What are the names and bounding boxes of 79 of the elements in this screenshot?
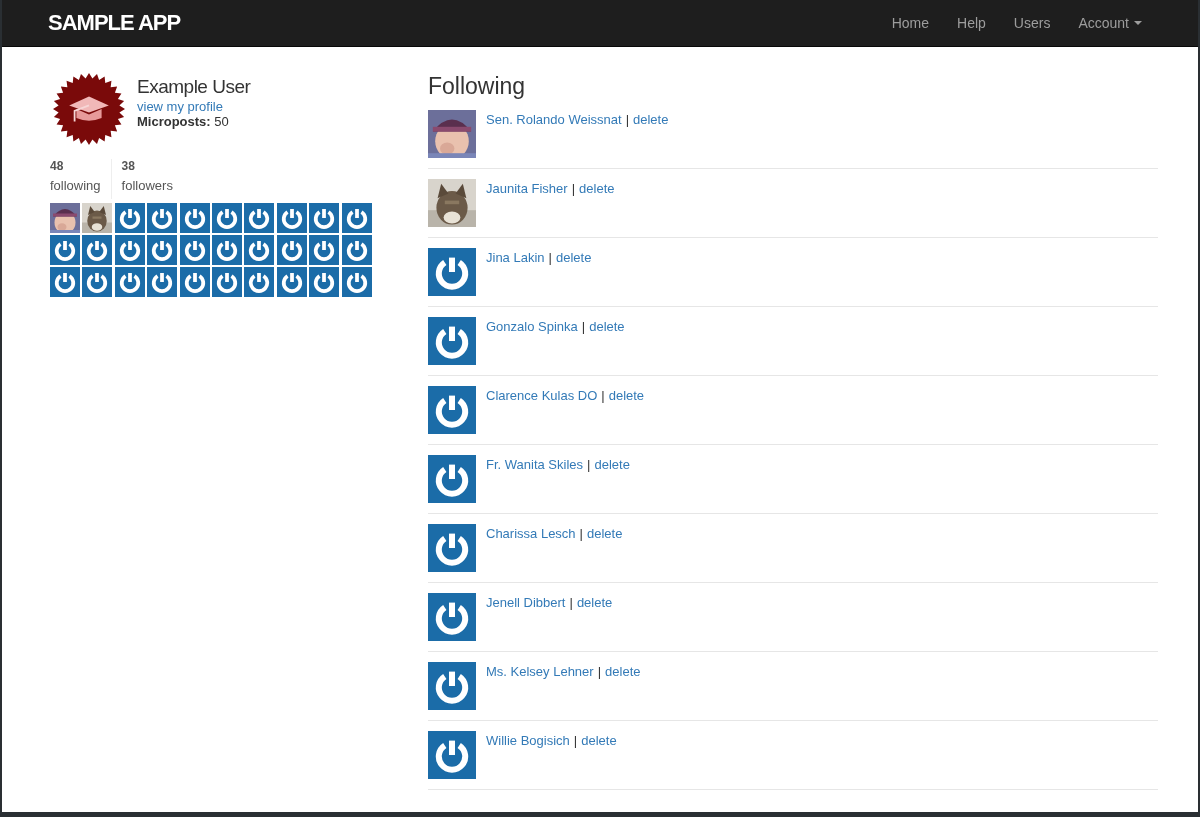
- graduation-cap-icon: [53, 73, 125, 145]
- user-name: Example User: [137, 76, 251, 98]
- microposts-count: Microposts: 50: [137, 114, 230, 129]
- gravatar-icon: [428, 455, 476, 503]
- user-link[interactable]: Clarence Kulas DO: [486, 388, 598, 403]
- gravatar-icon: [309, 203, 340, 233]
- delete-link[interactable]: delete: [555, 250, 592, 265]
- profile-link[interactable]: view my profile: [137, 99, 251, 114]
- delete-link[interactable]: delete: [605, 664, 641, 679]
- user-link[interactable]: Fr. Wanita Skiles: [486, 457, 584, 472]
- gravatar-icon: [276, 235, 307, 265]
- gravatar-icon: [341, 203, 372, 233]
- gravatar-icon: [147, 267, 178, 297]
- gravatar-icon: [179, 235, 210, 265]
- gravatar-icon: [309, 235, 340, 265]
- section-heading: Following: [428, 73, 527, 100]
- separator: |: [581, 319, 586, 334]
- gravatar-icon: [50, 235, 80, 265]
- user-link[interactable]: Jina Lakin: [486, 250, 545, 265]
- user-link[interactable]: Sen. Rolando Weissnat: [486, 112, 622, 127]
- caret-icon: [1134, 21, 1142, 25]
- separator: |: [601, 388, 605, 403]
- stat-link[interactable]: 48 following: [48, 159, 111, 199]
- nav-link[interactable]: Users: [999, 15, 1065, 31]
- gravatar-icon: [428, 593, 476, 641]
- gravatar-icon: [114, 267, 145, 297]
- delete-link[interactable]: delete: [589, 319, 625, 334]
- delete-link[interactable]: delete: [608, 388, 645, 403]
- delete-link[interactable]: delete: [576, 595, 613, 610]
- delete-link[interactable]: delete: [633, 112, 669, 127]
- delete-link[interactable]: delete: [581, 733, 617, 748]
- separator: |: [587, 457, 591, 472]
- gravatar-icon: [179, 203, 210, 233]
- delete-link[interactable]: delete: [587, 526, 623, 541]
- delete-link[interactable]: delete: [579, 181, 615, 196]
- gravatar-icon: [276, 203, 307, 233]
- nav-link[interactable]: Home: [877, 15, 944, 31]
- separator: |: [573, 733, 578, 748]
- gravatar-icon: [428, 662, 476, 710]
- gravatar-icon: [50, 267, 80, 297]
- gravatar-icon: [244, 203, 275, 233]
- gravatar-icon: [179, 267, 210, 297]
- logo-link[interactable]: SAMPLE APP: [48, 10, 181, 36]
- gravatar-icon: [211, 235, 242, 265]
- gravatar-icon: [428, 524, 476, 572]
- user-link[interactable]: Willie Bogisich: [486, 733, 570, 748]
- gravatar-icon: [82, 235, 113, 265]
- gravatar-icon: [82, 267, 113, 297]
- gravatar-icon: [341, 235, 372, 265]
- user-link[interactable]: Charissa Lesch: [486, 526, 576, 541]
- gravatar-icon: [244, 267, 275, 297]
- nav-link[interactable]: Account: [1064, 15, 1156, 31]
- gravatar-icon: [211, 203, 242, 233]
- gravatar-icon: [428, 317, 476, 365]
- user-link[interactable]: Ms. Kelsey Lehner: [486, 664, 594, 679]
- separator: |: [548, 250, 552, 265]
- separator: |: [569, 595, 573, 610]
- user-link[interactable]: Jenell Dibbert: [486, 595, 566, 610]
- gravatar-icon: [211, 267, 242, 297]
- user-link[interactable]: Gonzalo Spinka: [486, 319, 578, 334]
- gravatar-icon: [244, 235, 275, 265]
- gravatar-icon: [147, 235, 178, 265]
- gravatar-icon: [276, 267, 307, 297]
- separator: |: [571, 181, 576, 196]
- gravatar-icon: [428, 386, 476, 434]
- gravatar-icon: [309, 267, 340, 297]
- gravatar-icon: [114, 203, 145, 233]
- gravatar-icon: [147, 203, 178, 233]
- separator: |: [597, 664, 602, 679]
- gravatar-icon: [428, 731, 476, 779]
- user-link[interactable]: Jaunita Fisher: [486, 181, 568, 196]
- gravatar-icon: [341, 267, 372, 297]
- stat-link[interactable]: 38 followers: [110, 159, 183, 199]
- separator: |: [625, 112, 629, 127]
- separator: |: [579, 526, 583, 541]
- gravatar-icon: [428, 248, 476, 296]
- delete-link[interactable]: delete: [594, 457, 630, 472]
- nav-link[interactable]: Help: [943, 15, 1000, 31]
- gravatar-icon: [114, 235, 145, 265]
